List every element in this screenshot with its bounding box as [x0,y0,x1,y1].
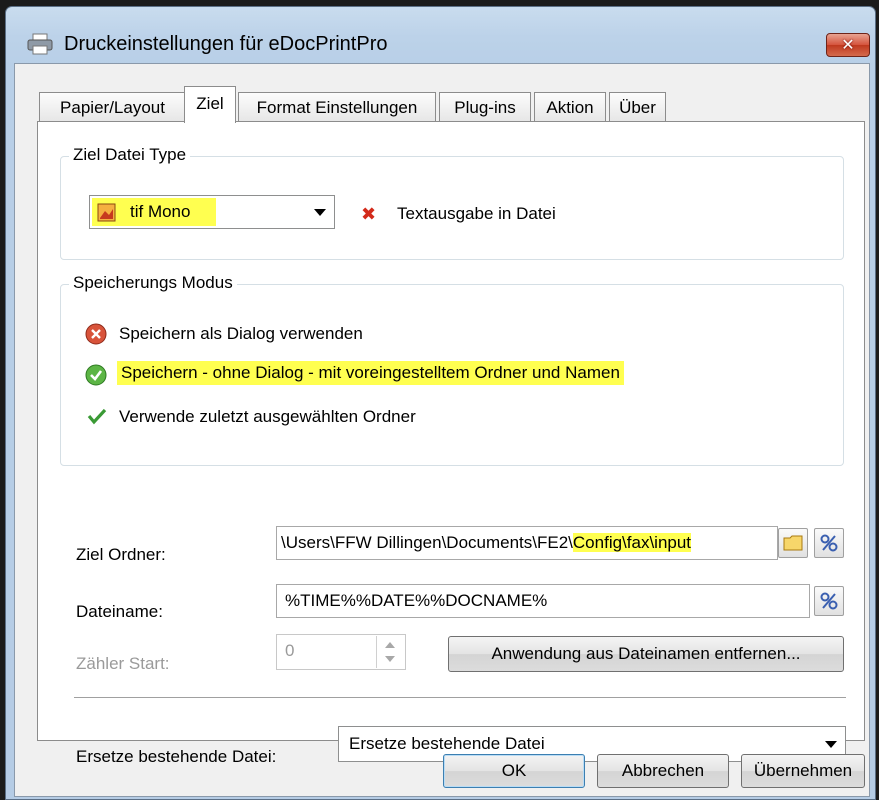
cancel-button[interactable]: Abbrechen [597,754,729,788]
checkmark-icon[interactable] [87,407,107,425]
file-type-value: tif Mono [130,202,191,221]
tab-aktion[interactable]: Aktion [534,92,606,122]
close-icon: ✕ [841,37,855,54]
printer-icon [27,33,53,55]
speicherungs-modus-group: Speicherungs Modus Speichern als Dialog … [60,273,844,466]
tab-format-einstellungen[interactable]: Format Einstellungen [238,92,436,122]
zaehler-start-label: Zähler Start: [76,654,170,673]
tif-file-icon [97,203,116,222]
ziel-ordner-input[interactable]: \Users\FFW Dillingen\Documents\FE2\Confi… [276,526,778,560]
ziel-ordner-label: Ziel Ordner: [76,545,166,564]
title-bar[interactable]: Druckeinstellungen für eDocPrintPro ✕ [6,7,875,63]
ziel-datei-type-legend: Ziel Datei Type [69,145,191,165]
save-mode-no-dialog[interactable]: Speichern - ohne Dialog - mit voreingest… [117,361,624,385]
remove-app-button[interactable]: Anwendung aus Dateinamen entfernen... [448,636,844,672]
save-mode-dialog[interactable]: Speichern als Dialog verwenden [119,324,363,344]
percent-variable-icon [820,592,838,610]
zaehler-spinner[interactable] [376,636,405,668]
dateiname-input[interactable]: %TIME%%DATE%%DOCNAME% [276,584,810,618]
tab-plug-ins[interactable]: Plug-ins [439,92,531,122]
check-circle-icon[interactable] [85,364,107,386]
ziel-ordner-highlight: Config\fax\input [572,533,692,552]
tab-ueber[interactable]: Über [609,92,666,122]
ersetze-value: Ersetze bestehende Datei [349,734,545,753]
error-circle-icon[interactable] [85,323,107,345]
separator [74,697,846,699]
speicherungs-modus-legend: Speicherungs Modus [69,273,237,293]
ziel-datei-type-group: Ziel Datei Type tif Mono ✖ Textausgabe i… [60,145,844,260]
dialog-client: Papier/Layout Ziel Format Einstellungen … [14,63,870,797]
folder-variable-button[interactable] [814,528,844,558]
ziel-ordner-prefix: \Users\FFW Dillingen\Documents\FE2\ [281,533,573,552]
red-x-icon: ✖ [361,204,377,224]
file-type-select[interactable]: tif Mono [89,195,335,229]
percent-variable-icon [820,534,838,552]
chevron-down-icon [825,741,837,748]
apply-button[interactable]: Übernehmen [741,754,865,788]
save-mode-last-folder[interactable]: Verwende zuletzt ausgewählten Ordner [119,407,416,427]
dateiname-label: Dateiname: [76,602,163,621]
browse-folder-button[interactable] [778,528,808,558]
folder-icon [783,535,803,551]
ersetze-label: Ersetze bestehende Datei: [76,747,277,766]
chevron-down-icon [314,209,326,216]
tab-panel-ziel: Ziel Datei Type tif Mono ✖ Textausgabe i… [37,121,865,766]
dateiname-variable-button[interactable] [814,586,844,616]
tab-papier-layout[interactable]: Papier/Layout [39,92,186,122]
zaehler-start-value: 0 [285,641,295,660]
tab-ziel[interactable]: Ziel [184,86,236,123]
ok-button[interactable]: OK [443,754,585,788]
spin-up-icon[interactable] [385,642,395,648]
dialog-window: Druckeinstellungen für eDocPrintPro ✕ Pa… [5,6,876,800]
spin-down-icon[interactable] [385,656,395,662]
text-output-label: Textausgabe in Datei [397,204,556,223]
window-title: Druckeinstellungen für eDocPrintPro [64,33,388,55]
close-button[interactable]: ✕ [826,33,870,57]
